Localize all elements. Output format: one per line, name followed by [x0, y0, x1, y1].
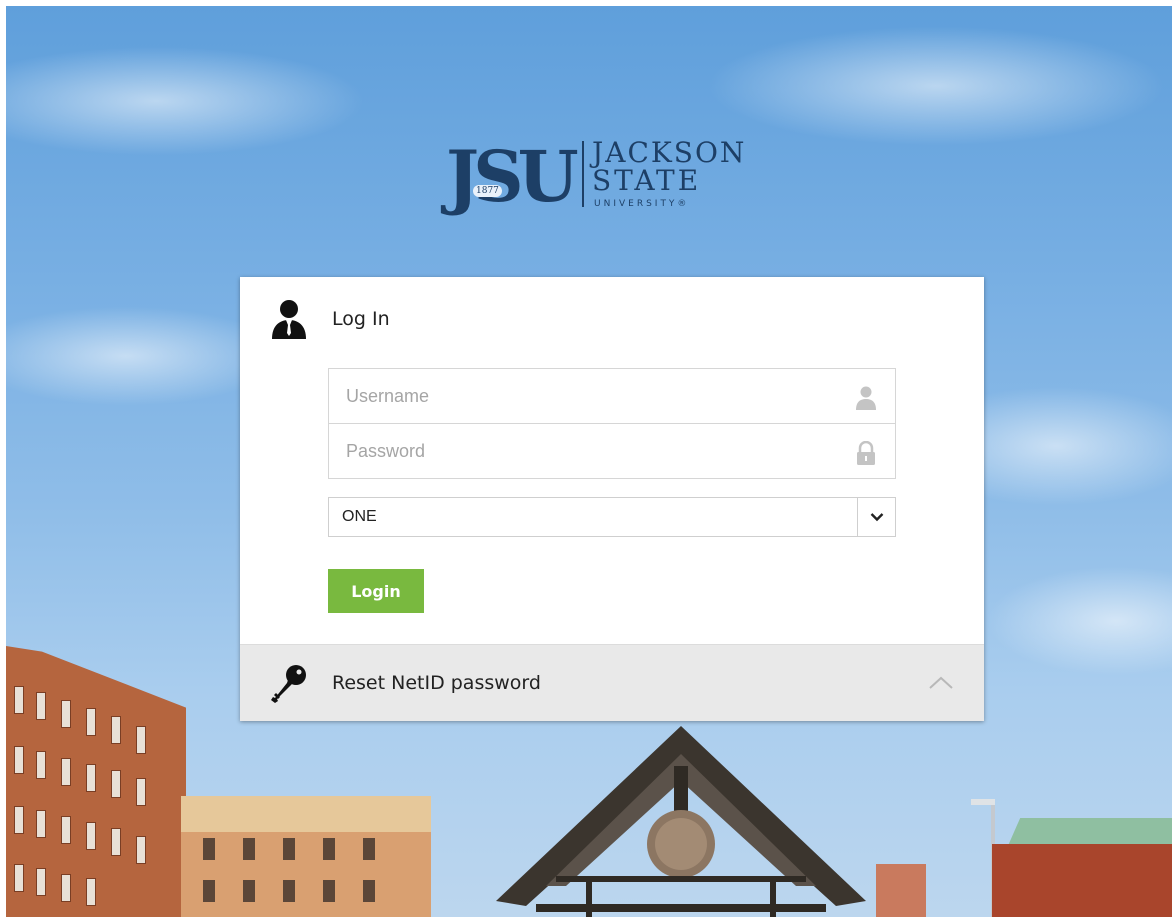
- login-title: Log In: [332, 308, 390, 330]
- cloud: [986, 566, 1172, 676]
- chevron-up-icon[interactable]: [928, 675, 954, 691]
- domain-select-toggle[interactable]: [857, 498, 895, 536]
- username-input[interactable]: [329, 369, 895, 423]
- username-field: [328, 368, 896, 424]
- login-button[interactable]: Login: [328, 569, 424, 613]
- logo-mark: JSU: [446, 135, 579, 218]
- university-logo: JSU 1877 JACKSON STATE UNIVERSITY®: [446, 137, 786, 229]
- logo-line-university: UNIVERSITY®: [594, 199, 690, 209]
- logo-year: 1877: [473, 185, 502, 197]
- cloud: [706, 26, 1166, 146]
- building-left: [6, 646, 186, 917]
- domain-select[interactable]: ONE: [328, 497, 896, 537]
- gateway-arch: [496, 726, 866, 917]
- chevron-down-icon: [870, 513, 883, 522]
- user-icon: [272, 300, 306, 339]
- building-right: [992, 844, 1172, 917]
- building-middle-top: [181, 796, 431, 832]
- reset-password-label: Reset NetID password: [332, 672, 541, 694]
- password-input[interactable]: [329, 424, 895, 478]
- login-header: Log In: [270, 299, 390, 339]
- light-pole-head: [971, 799, 995, 805]
- cloud: [6, 46, 366, 156]
- user-icon: [856, 386, 876, 410]
- domain-select-value: ONE: [342, 508, 377, 525]
- lock-icon: [857, 441, 875, 465]
- logo-divider: [582, 141, 584, 207]
- login-panel: Log In ONE Login Reset Ne: [240, 277, 984, 721]
- logo-line-state: STATE: [592, 164, 702, 197]
- reset-password-section[interactable]: Reset NetID password: [240, 644, 984, 721]
- building-small: [876, 864, 926, 917]
- key-icon: [271, 665, 306, 703]
- password-field: [328, 423, 896, 479]
